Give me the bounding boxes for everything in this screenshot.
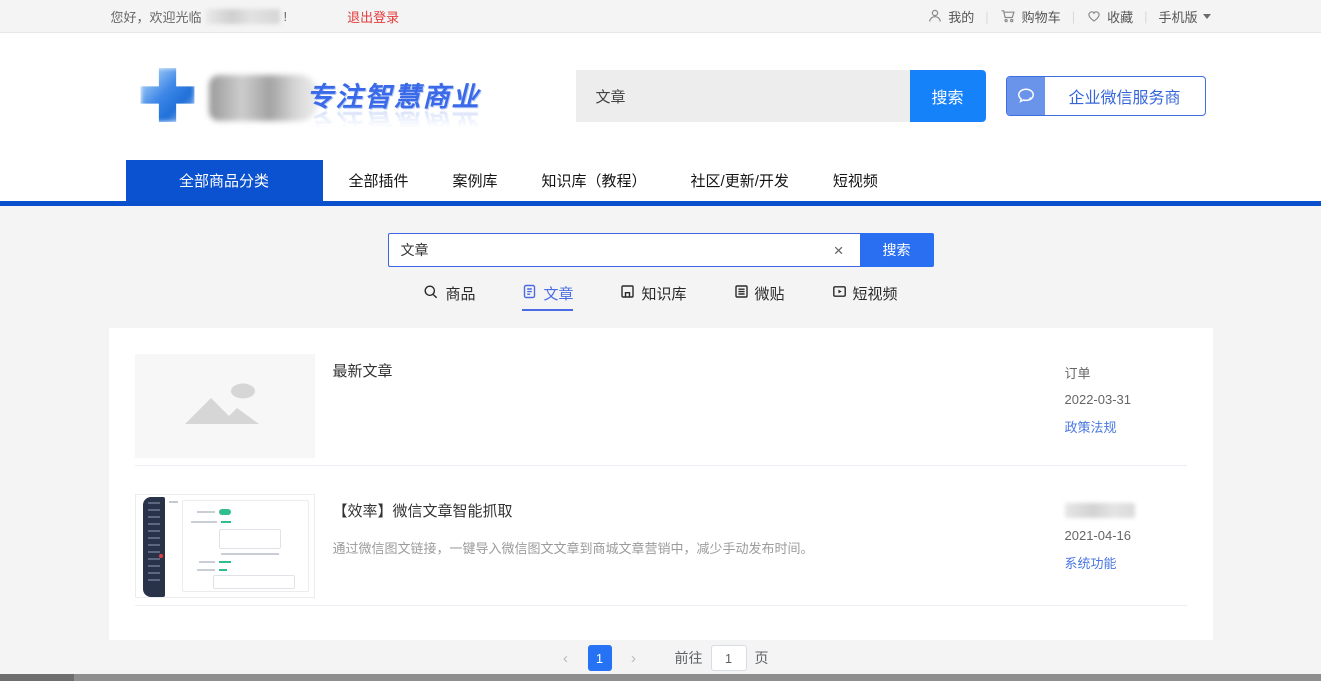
wecom-service-label: 企业微信服务商 [1045,77,1205,115]
result-search-input[interactable] [401,242,830,258]
logo-text-redacted [209,75,319,121]
result-description: 通过微信图文链接，一键导入微信图文文章到商城文章营销中，减少手动发布时间。 [333,539,1065,559]
result-search-bar: × 搜索 [388,233,934,267]
greeting-text: 您好，欢迎光临 [111,7,202,26]
slogan: 专注智慧商业 专注智慧商业 [307,75,487,145]
result-thumbnail-placeholder [135,354,315,458]
results-card: 最新文章 订单 2022-03-31 政策法规 [109,328,1213,640]
clear-search-icon[interactable]: × [830,242,848,259]
nav-item-plugins[interactable]: 全部插件 [327,170,431,191]
tab-shortvideo-label: 短视频 [853,283,898,304]
greeting-suffix: ! [284,9,288,24]
list-icon [734,284,749,299]
result-date: 2022-03-31 [1065,392,1187,407]
top-bar: 您好，欢迎光临 ! 退出登录 我的 | 购物车 | 收藏 | 手机版 [0,0,1321,33]
separator: | [985,9,988,24]
video-icon [832,284,847,299]
header-search-input[interactable] [576,70,910,122]
result-item[interactable]: 最新文章 订单 2022-03-31 政策法规 [109,328,1213,466]
all-categories-button[interactable]: 全部商品分类 [126,160,323,201]
result-item[interactable]: 【效率】微信文章智能抓取 通过微信图文链接，一键导入微信图文文章到商城文章营销中… [109,466,1213,606]
tab-posts[interactable]: 微贴 [734,283,785,311]
current-page-button[interactable]: 1 [588,645,612,671]
tab-articles[interactable]: 文章 [522,283,573,311]
save-icon [620,284,635,299]
site-header: 专注智慧商业 专注智慧商业 搜索 企业微信服务商 [0,33,1321,155]
tab-goods-label: 商品 [445,283,475,304]
logo-icon [141,68,195,122]
favorites-link[interactable]: 收藏 [1086,7,1133,26]
result-search-button[interactable]: 搜索 [860,233,934,267]
caret-down-icon [1203,14,1211,23]
page-unit-label: 页 [755,648,769,668]
result-title[interactable]: 【效率】微信文章智能抓取 [333,500,1065,521]
pagination: ‹ 1 › 前往 页 [0,645,1321,671]
my-account-link[interactable]: 我的 [927,7,974,26]
header-search: 搜索 [576,70,986,122]
goto-page-input[interactable] [711,645,747,671]
image-placeholder-icon [179,380,271,432]
cart-link[interactable]: 购物车 [1000,7,1061,26]
wecom-chat-icon [1007,77,1045,115]
username-redacted [206,9,280,24]
prev-page-button[interactable]: ‹ [553,645,579,671]
nav-item-shortvideo[interactable]: 短视频 [811,170,900,191]
nav-item-knowledge[interactable]: 知识库（教程） [520,170,669,191]
main-nav: 全部商品分类 全部插件 案例库 知识库（教程） 社区/更新/开发 短视频 [0,155,1321,201]
article-icon [522,284,537,299]
tab-knowledge-label: 知识库 [641,283,686,304]
search-results-page: × 搜索 商品 文章 知识库 微贴 短视频 [0,206,1321,674]
heart-icon [1086,8,1102,24]
slogan-reflection: 专注智慧商业 [307,106,487,145]
next-page-button[interactable]: › [621,645,647,671]
result-category-link[interactable]: 系统功能 [1065,553,1187,572]
nav-item-cases[interactable]: 案例库 [431,170,520,191]
header-search-button[interactable]: 搜索 [910,70,986,122]
user-icon [927,8,943,24]
tab-knowledge[interactable]: 知识库 [620,283,686,311]
goto-label: 前往 [675,648,703,668]
result-thumbnail-screenshot [135,494,315,598]
nav-item-community[interactable]: 社区/更新/开发 [669,170,811,191]
separator: | [1144,9,1147,24]
result-meta-redacted [1065,503,1135,518]
tab-articles-label: 文章 [543,283,573,304]
separator: | [1072,9,1075,24]
mobile-version-menu[interactable]: 手机版 [1158,7,1210,26]
tab-posts-label: 微贴 [755,283,785,304]
tab-goods[interactable]: 商品 [423,283,475,311]
horizontal-scrollbar[interactable] [0,674,1321,681]
result-category-link[interactable]: 政策法规 [1065,417,1187,436]
mobile-version-label: 手机版 [1158,7,1197,26]
cart-label: 购物车 [1022,7,1061,26]
result-date: 2021-04-16 [1065,528,1187,543]
result-meta-label: 订单 [1065,363,1187,382]
tab-shortvideo[interactable]: 短视频 [832,283,898,311]
wecom-service-button[interactable]: 企业微信服务商 [1006,76,1206,116]
my-account-label: 我的 [948,7,974,26]
result-type-tabs: 商品 文章 知识库 微贴 短视频 [0,283,1321,311]
logout-link[interactable]: 退出登录 [347,7,399,26]
result-title[interactable]: 最新文章 [333,360,1065,381]
scrollbar-thumb[interactable] [0,674,74,681]
search-icon [423,284,439,300]
cart-icon [1000,8,1017,24]
favorites-label: 收藏 [1107,7,1133,26]
